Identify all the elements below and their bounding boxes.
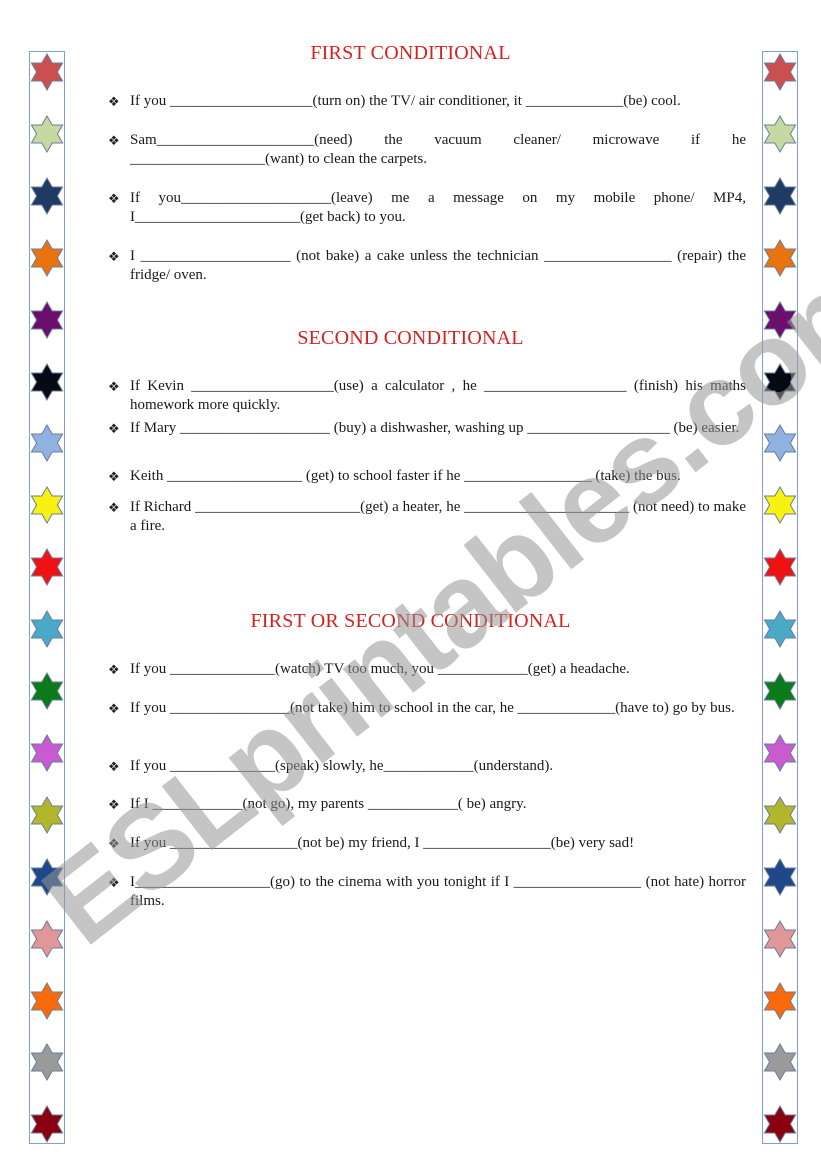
exercise-sentence: I ____________________ (not bake) a cake… [130, 248, 746, 283]
diamond-bullet-icon: ❖ [108, 662, 120, 677]
star-icon [761, 919, 799, 958]
star-icon [28, 548, 66, 587]
exercise-sentence: Sam_____________________(need) the vacuu… [130, 132, 746, 167]
star-icon [28, 733, 66, 772]
exercise-sentence: I__________________(go) to the cinema wi… [130, 874, 746, 909]
diamond-bullet-icon: ❖ [108, 379, 120, 394]
star-icon [761, 362, 799, 401]
exercise-item: ❖ I__________________(go) to the cinema w… [108, 873, 746, 911]
star-icon [28, 795, 66, 834]
star-icon [28, 919, 66, 958]
exercise-item: ❖ I ____________________ (not bake) a cak… [108, 247, 746, 285]
exercise-item: ❖ Keith __________________ (get) to schoo… [108, 467, 746, 486]
diamond-bullet-icon: ❖ [108, 875, 120, 890]
star-icon [28, 362, 66, 401]
section-title-first-or-second: FIRST OR SECOND CONDITIONAL [250, 610, 571, 632]
exercise-item: ❖ If you _________________(not be) my fri… [108, 834, 746, 853]
star-icon [761, 238, 799, 277]
exercise-item: ❖ If Richard ______________________(get) … [108, 498, 746, 536]
section-title-first-conditional: FIRST CONDITIONAL [310, 42, 511, 64]
star-icon [28, 1043, 66, 1082]
star-icon [761, 114, 799, 153]
exercise-item: ❖ If Kevin ___________________(use) a cal… [108, 377, 746, 415]
star-icon [761, 795, 799, 834]
diamond-bullet-icon: ❖ [108, 797, 120, 812]
exercise-sentence: If Richard ______________________(get) a… [130, 499, 746, 534]
diamond-bullet-icon: ❖ [108, 469, 120, 484]
right-star-border [762, 51, 798, 1144]
exercise-sentence: If you _________________(not be) my frie… [130, 835, 635, 851]
star-icon [28, 424, 66, 463]
exercise-item: ❖ If you ___________________(turn on) the… [108, 92, 746, 111]
exercise-item: ❖ If you ______________(speak) slowly, he… [108, 757, 746, 776]
exercise-sentence: Keith __________________ (get) to school… [130, 468, 681, 484]
star-icon [28, 857, 66, 896]
diamond-bullet-icon: ❖ [108, 249, 120, 264]
star-icon [761, 548, 799, 587]
exercise-item: ❖ If you ________________(not take) him t… [108, 699, 746, 718]
exercise-item: ❖ Sam_____________________(need) the vacu… [108, 131, 746, 169]
star-icon [28, 176, 66, 215]
left-star-border [29, 51, 65, 1144]
exercise-sentence: If you ________________(not take) him to… [130, 700, 735, 716]
exercise-sentence: If I ____________(not go), my parents __… [130, 796, 527, 812]
diamond-bullet-icon: ❖ [108, 500, 120, 515]
star-icon [761, 424, 799, 463]
diamond-bullet-icon: ❖ [108, 701, 120, 716]
star-icon [761, 981, 799, 1020]
star-icon [761, 733, 799, 772]
exercise-sentence: If Mary ____________________ (buy) a dis… [130, 420, 740, 436]
exercise-item: ❖ If you ______________(watch) TV too muc… [108, 660, 746, 679]
diamond-bullet-icon: ❖ [108, 133, 120, 148]
diamond-bullet-icon: ❖ [108, 836, 120, 851]
exercise-sentence: If you ___________________(turn on) the … [130, 93, 681, 109]
star-icon [28, 981, 66, 1020]
star-icon [761, 486, 799, 525]
star-icon [761, 672, 799, 710]
exercise-sentence: If you ______________(speak) slowly, he_… [130, 758, 554, 774]
exercise-sentence: If Kevin ___________________(use) a calc… [130, 378, 746, 413]
star-icon [28, 238, 66, 277]
section-title-second-conditional: SECOND CONDITIONAL [297, 327, 524, 349]
star-icon [761, 1105, 799, 1144]
star-icon [28, 486, 66, 525]
star-icon [28, 672, 66, 710]
star-icon [761, 176, 799, 215]
exercise-item: ❖ If I ____________(not go), my parents _… [108, 795, 746, 814]
exercise-item: ❖ If you____________________(leave) me a … [108, 189, 746, 227]
exercise-item: ❖ If Mary ____________________ (buy) a di… [108, 419, 746, 438]
diamond-bullet-icon: ❖ [108, 421, 120, 436]
star-icon [28, 1105, 66, 1144]
exercise-sentence: If you____________________(leave) me a m… [130, 190, 746, 225]
star-icon [761, 857, 799, 896]
exercise-sentence: If you ______________(watch) TV too much… [130, 661, 630, 677]
star-icon [28, 114, 66, 153]
diamond-bullet-icon: ❖ [108, 94, 120, 109]
star-icon [761, 1043, 799, 1082]
diamond-bullet-icon: ❖ [108, 759, 120, 774]
diamond-bullet-icon: ❖ [108, 191, 120, 206]
